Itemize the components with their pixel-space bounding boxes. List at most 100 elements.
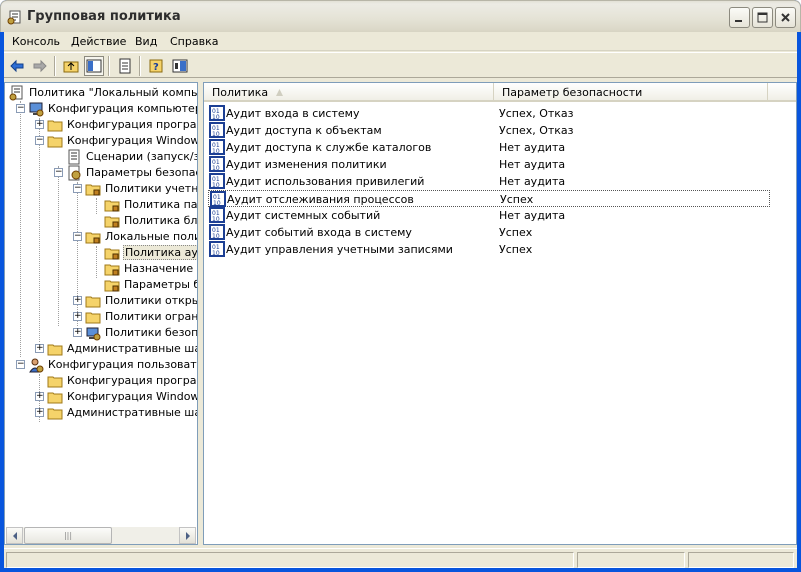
column-header-setting[interactable]: Параметр безопасности [494, 83, 768, 102]
expand-icon[interactable]: + [35, 408, 44, 417]
folder-icon [85, 312, 101, 324]
tree-item-label: Политики открытого ключа [105, 294, 197, 307]
tree-item-ip-security[interactable]: + Политики безопасности IP [5, 325, 197, 341]
svg-text:10: 10 [212, 250, 220, 257]
audit-policy-icon: 0110 [209, 241, 225, 257]
minimize-button[interactable] [729, 7, 750, 28]
tree-item-public-key-policies[interactable]: + Политики открытого ключа [5, 293, 197, 309]
tree-item-admin-templates[interactable]: + Административные шаблоны [5, 341, 197, 357]
lock-folder-icon [85, 184, 101, 196]
tree-item-account-policies[interactable]: − Политики учетных записей [5, 181, 198, 197]
policy-setting: Нет аудита [499, 175, 566, 188]
list-row[interactable]: 01 10 Аудит использования привилегий Нет … [208, 173, 770, 190]
tree-item-security-settings[interactable]: − Параметры безопасности [5, 165, 197, 181]
menu-view[interactable]: Вид [135, 35, 157, 48]
tree-item-lockout-policy[interactable]: Политика блокировки учетных записей [5, 213, 197, 229]
expand-icon[interactable]: + [73, 328, 82, 337]
tree-item-root[interactable]: Политика "Локальный компьютер" [9, 85, 197, 101]
help-button[interactable]: ? [146, 56, 166, 76]
tree-item-scripts[interactable]: Сценарии (запуск/завершение) [5, 149, 197, 165]
folder-icon [47, 392, 63, 404]
tree-item-label: Политики учетных записей [105, 182, 198, 195]
up-level-button[interactable] [61, 56, 81, 76]
scroll-left-button[interactable] [6, 527, 23, 544]
properties-button[interactable] [170, 56, 190, 76]
tree-item-label: Административные шаблоны [67, 406, 197, 419]
scroll-left-icon [12, 531, 17, 540]
tree-item-security-options[interactable]: Параметры безопасности [5, 277, 197, 293]
lock-folder-icon [85, 232, 101, 244]
tree-item-local-policies[interactable]: − Локальные политики [5, 229, 197, 245]
list-row-focused[interactable]: 01 10 Аудит отслеживания процессов Успех [208, 190, 770, 207]
policy-setting: Нет аудита [499, 141, 566, 154]
list-row[interactable]: 01 10 Аудит изменения политики Нет аудита [208, 156, 770, 173]
collapse-icon[interactable]: − [16, 360, 25, 369]
lock-folder-icon [104, 200, 120, 212]
column-header-policy[interactable]: Политика [204, 83, 494, 102]
tree-item-user-rights[interactable]: Назначение прав пользователя [5, 261, 197, 277]
policy-setting: Успех [500, 193, 534, 206]
expand-icon[interactable]: + [35, 392, 44, 401]
list-row[interactable]: 01 10 Аудит системных событий Нет аудита [208, 207, 770, 224]
list-row[interactable]: 01 10 Аудит входа в систему Успех, Отказ [208, 105, 770, 122]
scroll-thumb[interactable]: ||| [24, 527, 112, 544]
list-row[interactable]: 01 10 Аудит доступа к объектам Успех, Отк… [208, 122, 770, 139]
tree-item-user-software-settings[interactable]: Конфигурация программ [5, 373, 197, 389]
tree-item-user-config[interactable]: − Конфигурация пользователя [5, 357, 197, 373]
menu-help[interactable]: Справка [170, 35, 218, 48]
expand-icon[interactable]: + [73, 312, 82, 321]
svg-text:10: 10 [212, 182, 220, 189]
tree-item-password-policy[interactable]: Политика паролей [5, 197, 197, 213]
details-pane[interactable]: Политика Параметр безопасности 01 10 Ауди… [203, 82, 797, 545]
collapse-icon[interactable]: − [73, 184, 82, 193]
folder-icon [47, 344, 63, 356]
forward-button[interactable] [30, 56, 50, 76]
list-row[interactable]: 01 10 Аудит событий входа в систему Успех [208, 224, 770, 241]
collapse-icon[interactable]: − [73, 232, 82, 241]
tree-item-windows-settings[interactable]: − Конфигурация Windows [5, 133, 197, 149]
list-row[interactable]: 01 10 Аудит доступа к службе каталогов Не… [208, 139, 770, 156]
menu-bar: Консоль Действие Вид Справка [4, 32, 797, 51]
tree-pane[interactable]: Политика "Локальный компьютер" − Конфигу… [4, 82, 198, 545]
svg-text:10: 10 [212, 131, 220, 138]
tree-horizontal-scrollbar[interactable]: ||| [6, 527, 196, 544]
menu-action[interactable]: Действие [71, 35, 126, 48]
audit-policy-icon: 0110 [209, 224, 225, 240]
menu-console[interactable]: Консоль [12, 35, 60, 48]
scroll-right-icon [185, 531, 190, 540]
column-header-label: Политика [212, 86, 269, 99]
maximize-button[interactable] [752, 7, 773, 28]
tree-item-label: Конфигурация программ [67, 374, 197, 387]
show-hide-tree-button[interactable] [84, 56, 104, 76]
svg-text:10: 10 [212, 233, 220, 240]
tree-item-audit-policy[interactable]: Политика аудита [5, 245, 197, 261]
expand-icon[interactable]: + [73, 296, 82, 305]
policy-setting: Успех [499, 243, 533, 256]
tree-item-computer-config[interactable]: − Конфигурация компьютера [5, 101, 197, 117]
audit-policy-icon: 0110 [209, 156, 225, 172]
user-icon [29, 358, 44, 373]
scroll-right-button[interactable] [179, 527, 196, 544]
back-button[interactable] [7, 56, 27, 76]
collapse-icon[interactable]: − [16, 104, 25, 113]
collapse-icon[interactable]: − [54, 168, 63, 177]
export-list-button[interactable] [115, 56, 135, 76]
collapse-icon[interactable]: − [35, 136, 44, 145]
tree-item-user-admin-templates[interactable]: + Административные шаблоны [5, 405, 197, 421]
close-button[interactable] [775, 7, 796, 28]
show-hide-tree-icon [86, 59, 102, 73]
svg-text:10: 10 [212, 216, 220, 223]
expand-icon[interactable]: + [35, 120, 44, 129]
tree-item-user-windows-settings[interactable]: + Конфигурация Windows [5, 389, 197, 405]
policy-setting: Нет аудита [499, 158, 566, 171]
status-panel [688, 552, 794, 568]
title-bar[interactable]: Групповая политика [0, 0, 801, 32]
toolbar-separator [139, 56, 141, 76]
expand-icon[interactable]: + [35, 344, 44, 353]
list-row[interactable]: 01 10 Аудит управления учетными записями … [208, 241, 770, 258]
script-icon [68, 149, 80, 165]
audit-policy-icon: 0110 [210, 191, 226, 207]
tree-item-software-settings[interactable]: + Конфигурация программ [5, 117, 197, 133]
tree-item-software-restriction[interactable]: + Политики ограниченного использования п… [5, 309, 197, 325]
svg-text:10: 10 [212, 148, 220, 155]
